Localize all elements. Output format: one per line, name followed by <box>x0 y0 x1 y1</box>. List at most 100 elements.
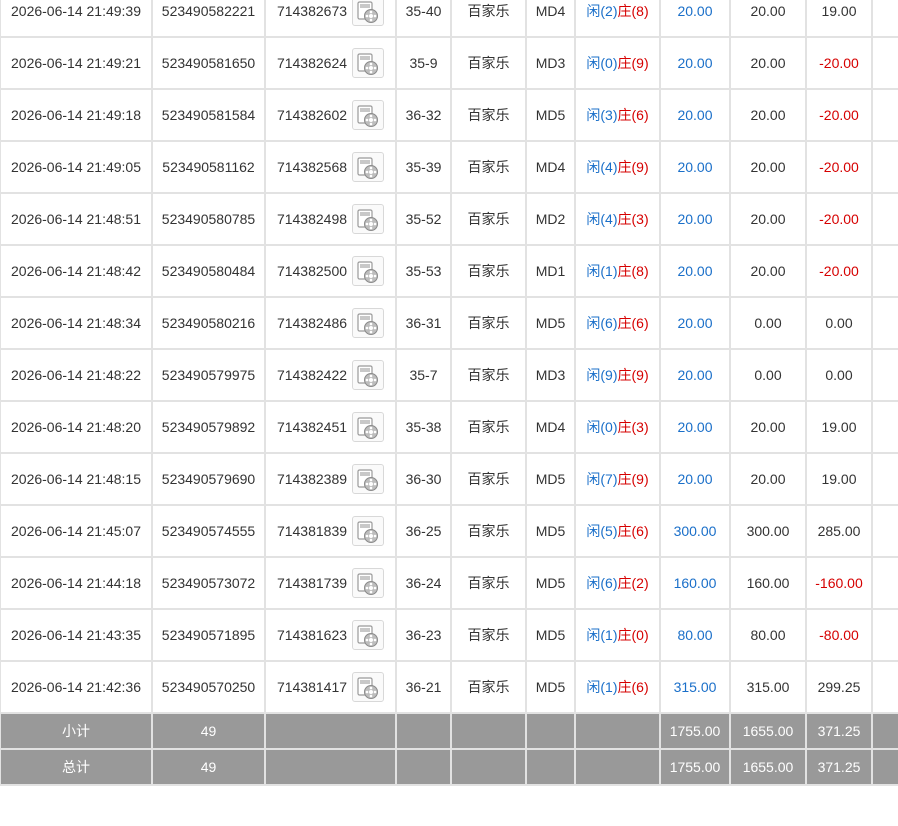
total-bet: 1755.00 <box>659 748 731 786</box>
game-type: 百家乐 <box>450 452 527 506</box>
order-number: 523490581650 <box>151 36 266 90</box>
table-row: 2026-06-14 21:48:22 523490579975 714382422… <box>0 348 898 402</box>
device: MD5 <box>525 504 576 558</box>
result-cell: 闲(1)庄(6) <box>574 660 661 714</box>
bet-amount: 20.00 <box>659 296 731 350</box>
win-loss: -20.00 <box>805 192 873 246</box>
valid-bet: 20.00 <box>729 452 807 506</box>
valid-bet: 20.00 <box>729 140 807 194</box>
bet-time: 2026-06-14 21:43:35 <box>0 608 153 662</box>
game-number-cell: 714381623 <box>264 608 397 662</box>
table-number: 35-40 <box>395 0 452 38</box>
game-number: 714382602 <box>276 107 348 123</box>
banker-result: 庄(9) <box>617 367 649 383</box>
win-loss: 299.25 <box>805 660 873 714</box>
table-row: 2026-06-14 21:48:51 523490580785 714382498… <box>0 192 898 246</box>
device: MD4 <box>525 0 576 38</box>
bet-amount: 20.00 <box>659 244 731 298</box>
video-replay-icon[interactable] <box>352 620 385 650</box>
video-replay-icon[interactable] <box>352 204 385 234</box>
device: MD5 <box>525 660 576 714</box>
bet-time: 2026-06-14 21:42:36 <box>0 660 153 714</box>
bet-amount: 20.00 <box>659 452 731 506</box>
bet-time: 2026-06-14 21:49:18 <box>0 88 153 142</box>
table-number: 35-39 <box>395 140 452 194</box>
device: MD5 <box>525 556 576 610</box>
banker-result: 庄(8) <box>617 263 649 279</box>
banker-result: 庄(3) <box>617 419 649 435</box>
game-type: 百家乐 <box>450 660 527 714</box>
video-replay-icon[interactable] <box>352 152 385 182</box>
bet-time: 2026-06-14 21:49:21 <box>0 36 153 90</box>
device: MD2 <box>525 192 576 246</box>
valid-bet: 20.00 <box>729 0 807 38</box>
bet-amount: 160.00 <box>659 556 731 610</box>
game-type: 百家乐 <box>450 504 527 558</box>
game-number: 714382500 <box>276 263 348 279</box>
table-number: 36-32 <box>395 88 452 142</box>
device: MD4 <box>525 140 576 194</box>
device: MD5 <box>525 296 576 350</box>
game-type: 百家乐 <box>450 348 527 402</box>
game-number: 714382422 <box>276 367 348 383</box>
game-number: 714382624 <box>276 55 348 71</box>
subtotal-label: 小计 <box>0 712 153 750</box>
result-cell: 闲(1)庄(0) <box>574 608 661 662</box>
player-result: 闲(1) <box>586 263 618 279</box>
result-cell: 闲(5)庄(6) <box>574 504 661 558</box>
order-number: 523490580484 <box>151 244 266 298</box>
game-number-cell: 714382389 <box>264 452 397 506</box>
player-result: 闲(9) <box>586 367 618 383</box>
video-replay-icon[interactable] <box>352 48 385 78</box>
video-replay-icon[interactable] <box>352 256 385 286</box>
bet-amount: 20.00 <box>659 400 731 454</box>
valid-bet: 315.00 <box>729 660 807 714</box>
bet-time: 2026-06-14 21:44:18 <box>0 556 153 610</box>
video-replay-icon[interactable] <box>352 360 385 390</box>
device: MD1 <box>525 244 576 298</box>
win-loss: -160.00 <box>805 556 873 610</box>
player-result: 闲(3) <box>586 107 618 123</box>
banker-result: 庄(8) <box>617 3 649 19</box>
video-replay-icon[interactable] <box>352 672 385 702</box>
table-number: 35-9 <box>395 36 452 90</box>
bet-amount: 20.00 <box>659 0 731 38</box>
order-number: 523490570250 <box>151 660 266 714</box>
table-number: 35-53 <box>395 244 452 298</box>
bet-time: 2026-06-14 21:45:07 <box>0 504 153 558</box>
game-number: 714382498 <box>276 211 348 227</box>
video-replay-icon[interactable] <box>352 0 385 26</box>
player-result: 闲(4) <box>586 211 618 227</box>
valid-bet: 0.00 <box>729 296 807 350</box>
win-loss: -20.00 <box>805 244 873 298</box>
banker-result: 庄(2) <box>617 575 649 591</box>
order-number: 523490581584 <box>151 88 266 142</box>
player-result: 闲(1) <box>586 627 618 643</box>
order-number: 523490574555 <box>151 504 266 558</box>
banker-result: 庄(0) <box>617 627 649 643</box>
video-replay-icon[interactable] <box>352 568 385 598</box>
game-type: 百家乐 <box>450 88 527 142</box>
game-number: 714382486 <box>276 315 348 331</box>
video-replay-icon[interactable] <box>352 308 385 338</box>
banker-result: 庄(9) <box>617 159 649 175</box>
video-replay-icon[interactable] <box>352 412 385 442</box>
game-number: 714381623 <box>276 627 348 643</box>
win-loss: -20.00 <box>805 36 873 90</box>
game-number: 714381839 <box>276 523 348 539</box>
result-cell: 闲(4)庄(9) <box>574 140 661 194</box>
video-replay-icon[interactable] <box>352 464 385 494</box>
order-number: 523490582221 <box>151 0 266 38</box>
table-number: 36-24 <box>395 556 452 610</box>
bet-time: 2026-06-14 21:49:05 <box>0 140 153 194</box>
result-cell: 闲(6)庄(2) <box>574 556 661 610</box>
player-result: 闲(1) <box>586 679 618 695</box>
video-replay-icon[interactable] <box>352 100 385 130</box>
game-type: 百家乐 <box>450 608 527 662</box>
order-number: 523490579975 <box>151 348 266 402</box>
video-replay-icon[interactable] <box>352 516 385 546</box>
game-number-cell: 714382602 <box>264 88 397 142</box>
table-row: 2026-06-14 21:49:05 523490581162 714382568… <box>0 140 898 194</box>
order-number: 523490579690 <box>151 452 266 506</box>
player-result: 闲(5) <box>586 523 618 539</box>
